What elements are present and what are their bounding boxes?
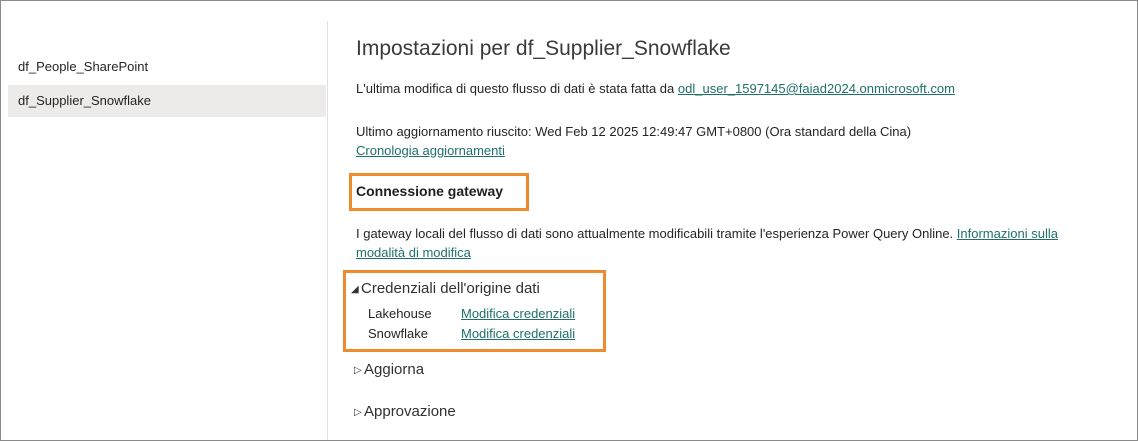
settings-panel: Impostazioni per df_Supplier_Snowflake L… <box>343 1 1137 440</box>
credentials-section-toggle[interactable]: ◢ Credenziali dell'origine dati <box>351 280 540 297</box>
last-refresh-text: Ultimo aggiornamento riuscito: Wed Feb 1… <box>356 124 912 139</box>
last-modified-line: L'ultima modifica di questo flusso di da… <box>356 81 955 96</box>
dataflow-list: df_People_SharePoint df_Supplier_Snowfla… <box>1 21 328 440</box>
sidebar-item-df-supplier-snowflake[interactable]: df_Supplier_Snowflake <box>8 85 326 117</box>
refresh-history-link[interactable]: Cronologia aggiornamenti <box>356 143 505 158</box>
edit-credentials-snowflake-link[interactable]: Modifica credenziali <box>461 326 575 341</box>
refresh-history-line: Cronologia aggiornamenti <box>356 143 505 158</box>
edit-credentials-lakehouse-link[interactable]: Modifica credenziali <box>461 306 575 321</box>
refresh-section-toggle[interactable]: ▷ Aggiorna <box>354 361 424 378</box>
credential-source-lakehouse: Lakehouse <box>368 306 432 321</box>
page-title: Impostazioni per df_Supplier_Snowflake <box>356 37 731 60</box>
credentials-heading: Credenziali dell'origine dati <box>361 280 540 297</box>
edit-credentials-snowflake-text[interactable]: Modifica credenziali <box>461 326 575 341</box>
gateway-description-line: I gateway locali del flusso di dati sono… <box>356 226 1058 241</box>
triangle-right-icon: ▷ <box>354 407 362 418</box>
edit-credentials-lakehouse-text[interactable]: Modifica credenziali <box>461 306 575 321</box>
last-modified-user-link[interactable]: odl_user_1597145@faiad2024.onmicrosoft.c… <box>678 81 955 96</box>
approval-heading: Approvazione <box>364 403 456 420</box>
gateway-info-link[interactable]: Informazioni sulla <box>957 226 1058 241</box>
gateway-info-link-continued[interactable]: modalità di modifica <box>356 245 471 260</box>
credential-source-snowflake: Snowflake <box>368 326 428 341</box>
gateway-heading: Connessione gateway <box>356 183 504 199</box>
last-modified-text: L'ultima modifica di questo flusso di da… <box>356 81 675 96</box>
triangle-down-icon: ◢ <box>351 284 359 295</box>
gateway-info-line-2: modalità di modifica <box>356 245 471 260</box>
refresh-heading: Aggiorna <box>364 361 425 378</box>
settings-window: df_People_SharePoint df_Supplier_Snowfla… <box>0 0 1138 441</box>
sidebar-item-df-people-sharepoint[interactable]: df_People_SharePoint <box>8 51 326 83</box>
approval-section-toggle[interactable]: ▷ Approvazione <box>354 403 456 420</box>
gateway-description: I gateway locali del flusso di dati sono… <box>356 226 954 241</box>
triangle-right-icon: ▷ <box>354 365 362 376</box>
